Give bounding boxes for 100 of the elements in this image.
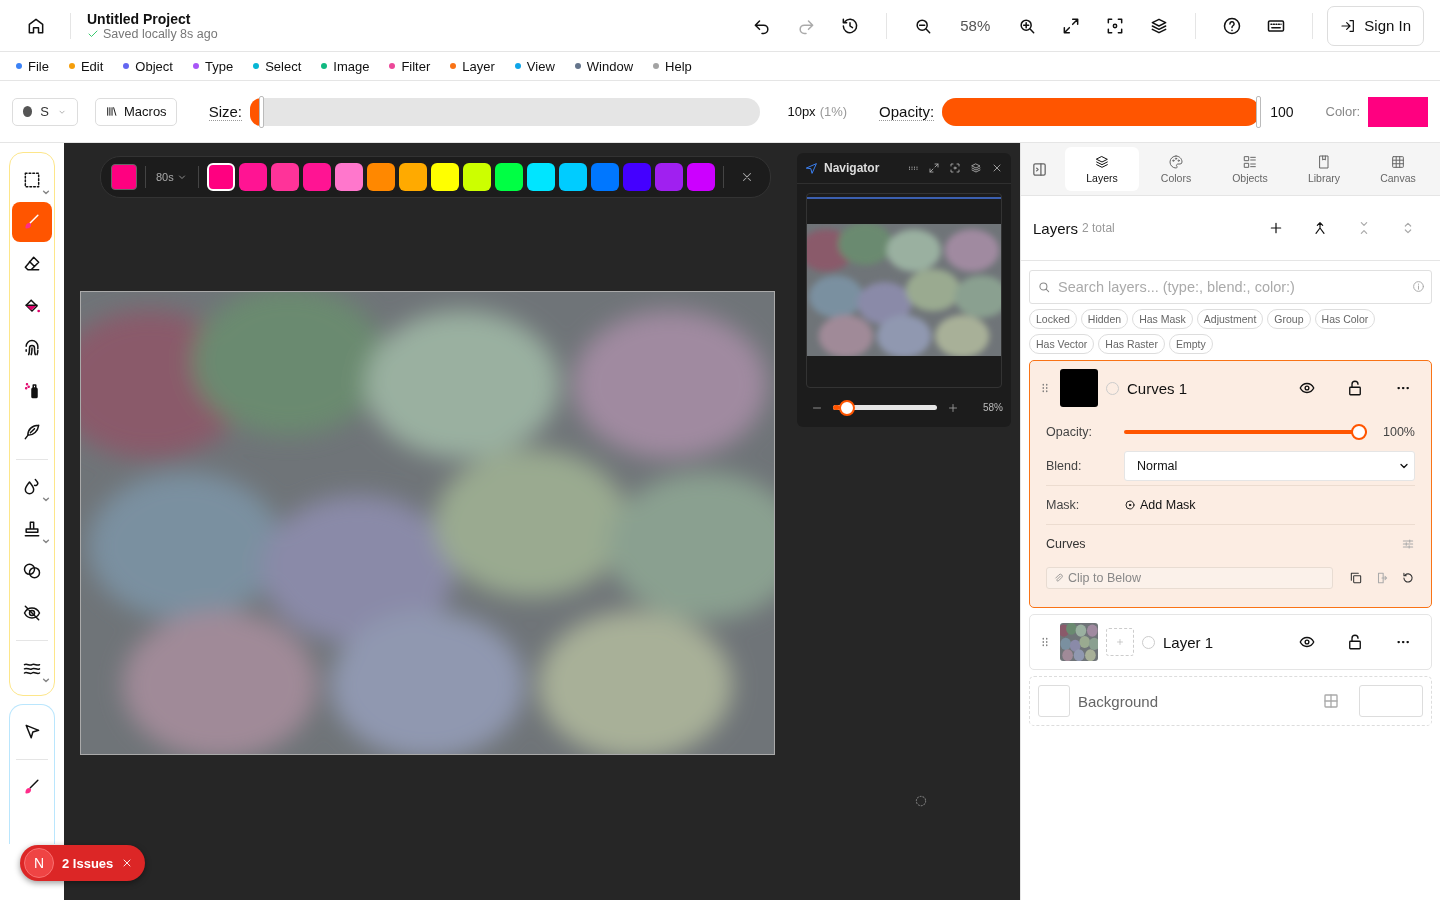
mask-label: Mask: — [1046, 498, 1081, 512]
close-icon[interactable] — [991, 162, 1003, 174]
opacity-label: Opacity: — [879, 102, 935, 121]
size-label: Size: — [208, 102, 242, 121]
color-swatch[interactable] — [654, 163, 683, 191]
filter-chip[interactable]: Adjustment — [1196, 309, 1264, 329]
expand-icon[interactable] — [928, 162, 940, 174]
menu-item[interactable]: Edit — [68, 58, 104, 74]
sidebar-toggle-icon[interactable] — [1031, 160, 1048, 178]
background-swatch[interactable] — [1038, 685, 1070, 717]
menu-item[interactable]: File — [16, 58, 49, 74]
menu-item[interactable]: Help — [653, 58, 692, 74]
menu-item[interactable]: Select — [253, 58, 302, 74]
background-layer[interactable]: Background — [1029, 676, 1432, 726]
filter-chip[interactable]: Has Vector — [1029, 334, 1095, 354]
duration-dropdown[interactable]: 80s — [154, 171, 190, 183]
color-swatch[interactable] — [686, 163, 715, 191]
filter-chip[interactable]: Has Raster — [1098, 334, 1165, 354]
panel-tab[interactable]: Colors — [1139, 147, 1213, 191]
panel-tab[interactable]: Objects — [1213, 147, 1287, 191]
color-swatch[interactable] — [302, 163, 331, 191]
filter-chip[interactable]: Locked — [1029, 309, 1077, 329]
caret-icon — [42, 495, 50, 503]
menu-item[interactable]: Type — [192, 58, 234, 74]
color-swatch[interactable] — [366, 163, 395, 191]
fingerprint-icon — [22, 338, 42, 358]
color-swatch[interactable] — [494, 163, 523, 191]
color-label: Color: — [1325, 104, 1361, 119]
section-title: Curves — [1046, 537, 1086, 551]
zoom-thumb[interactable] — [839, 399, 856, 416]
color-swatch[interactable] — [334, 163, 363, 191]
menu-item[interactable]: Object — [123, 58, 173, 74]
eye-off-icon — [22, 603, 42, 623]
color-swatch[interactable] — [462, 163, 491, 191]
filter-chip[interactable]: Group — [1267, 309, 1311, 329]
color-swatch[interactable] — [238, 163, 267, 191]
stamp-icon — [22, 519, 42, 539]
unlocked-icon[interactable] — [1346, 633, 1364, 651]
brush-dropdown[interactable]: S — [12, 97, 78, 126]
size-handle[interactable] — [259, 95, 265, 128]
color-swatch[interactable] — [398, 163, 427, 191]
color-swatch[interactable] — [526, 163, 555, 191]
panel-tab[interactable]: Layers — [1065, 147, 1139, 191]
opacity-thumb[interactable] — [1351, 424, 1367, 440]
plus-icon[interactable] — [947, 401, 959, 414]
opacity-value: 100% — [1383, 425, 1415, 439]
marquee-icon — [22, 170, 42, 190]
layer-card[interactable]: Curves 1 Opacity: 100% Blend: Normal Mask: Add Mask Curves Clip to Below — [1029, 360, 1432, 608]
menu-item[interactable]: Image — [321, 58, 370, 74]
zoom-slider[interactable] — [833, 399, 937, 416]
search-field[interactable]: Search layers... (type:, blend:, color:) — [1029, 270, 1432, 304]
add-mask-button[interactable]: Add Mask — [1124, 498, 1196, 512]
opacity-label: Opacity: — [1046, 425, 1093, 439]
merge-icon[interactable] — [1312, 220, 1328, 236]
navigator-preview[interactable] — [806, 193, 1002, 388]
blend-dropdown[interactable]: Normal — [1124, 451, 1415, 481]
sliders-icon[interactable] — [1401, 537, 1415, 551]
opacity-slider[interactable] — [942, 97, 1261, 126]
reset-icon[interactable] — [1401, 571, 1415, 585]
caret-icon — [42, 188, 50, 196]
panel-tab[interactable]: Library — [1287, 147, 1361, 191]
size-slider[interactable] — [250, 97, 761, 126]
color-swatch[interactable] — [206, 163, 235, 191]
background-color-field[interactable] — [1359, 685, 1423, 717]
color-swatch[interactable] — [1368, 96, 1428, 127]
layer-opacity-slider[interactable] — [1124, 424, 1367, 440]
color-swatch[interactable] — [430, 163, 459, 191]
color-swatch[interactable] — [558, 163, 587, 191]
navigation-arrow-icon — [805, 161, 818, 175]
books-icon — [105, 105, 118, 118]
layer-card[interactable]: Layer 1 — [1029, 614, 1432, 670]
menu-item[interactable]: Window — [574, 58, 634, 74]
color-swatch[interactable] — [590, 163, 619, 191]
copy-icon[interactable] — [1349, 571, 1363, 585]
opacity-handle[interactable] — [1256, 95, 1262, 128]
brush-icon — [22, 212, 42, 232]
color-swatch[interactable] — [622, 163, 651, 191]
macros-button[interactable]: Macros — [95, 97, 177, 126]
blend-label: Blend: — [1046, 459, 1083, 473]
size-percent: (1%) — [819, 104, 848, 119]
unlocked-icon[interactable] — [1346, 379, 1364, 397]
add-icon[interactable] — [1268, 220, 1284, 236]
filter-chip[interactable]: Empty — [1168, 334, 1213, 354]
menu-item[interactable]: Layer — [450, 58, 495, 74]
menu-item[interactable]: Filter — [389, 58, 431, 74]
panel-tab[interactable]: Canvas — [1361, 147, 1435, 191]
menu-item[interactable]: View — [514, 58, 555, 74]
filter-chip[interactable]: Has Color — [1314, 309, 1376, 329]
layer-thumbnail — [1060, 369, 1098, 407]
navigator-title: Navigator — [824, 161, 880, 175]
color-swatch[interactable] — [270, 163, 299, 191]
filter-chip[interactable]: Hidden — [1080, 309, 1129, 329]
navigator-zoom: 58% — [983, 402, 1003, 413]
avatar: N — [24, 848, 54, 878]
issues-badge[interactable]: N 2 Issues — [20, 845, 146, 881]
current-color-swatch[interactable] — [111, 164, 137, 190]
sign-in-button[interactable]: Sign In — [1327, 5, 1424, 46]
help-icon[interactable] — [1222, 15, 1243, 36]
layer-name: Curves 1 — [1127, 379, 1188, 397]
filter-chip[interactable]: Has Mask — [1132, 309, 1193, 329]
